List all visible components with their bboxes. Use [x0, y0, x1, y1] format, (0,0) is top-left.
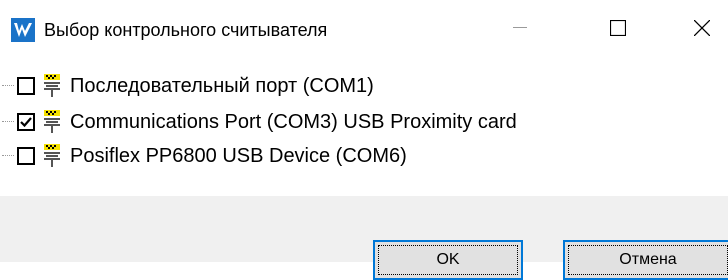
close-button[interactable]	[672, 8, 728, 48]
device-checkbox[interactable]	[17, 113, 35, 131]
serial-port-icon	[44, 144, 60, 167]
device-label: Communications Port (COM3) USB Proximity…	[70, 111, 517, 133]
close-icon	[694, 20, 710, 36]
cancel-button-label: Отмена	[619, 251, 677, 268]
title-bar: Выбор контрольного считывателя	[0, 0, 728, 56]
ok-button-label: OK	[436, 251, 460, 268]
device-list: Последовательный порт (COM1) Communicati…	[0, 64, 728, 184]
tree-line	[2, 85, 14, 87]
device-label: Posiflex PP6800 USB Device (COM6)	[70, 145, 407, 167]
list-item[interactable]: Communications Port (COM3) USB Proximity…	[0, 108, 728, 136]
tree-line	[2, 121, 14, 123]
maximize-button[interactable]	[588, 8, 648, 48]
app-logo-icon	[11, 18, 35, 42]
maximize-icon	[610, 20, 626, 36]
list-item[interactable]: Posiflex PP6800 USB Device (COM6)	[0, 142, 728, 170]
checkmark-icon	[20, 117, 32, 128]
list-item[interactable]: Последовательный порт (COM1)	[0, 72, 728, 100]
cancel-button[interactable]: Отмена	[563, 240, 728, 280]
device-checkbox[interactable]	[17, 147, 35, 165]
device-checkbox[interactable]	[17, 77, 35, 95]
serial-port-icon	[44, 74, 60, 97]
serial-port-icon	[44, 110, 60, 133]
ok-button[interactable]: OK	[373, 240, 523, 280]
device-label: Последовательный порт (COM1)	[70, 75, 374, 97]
window-title: Выбор контрольного считывателя	[44, 20, 328, 40]
dialog-footer: OK Отмена	[0, 196, 728, 280]
minimize-button[interactable]	[490, 8, 550, 48]
minimize-icon	[513, 27, 527, 28]
tree-line	[2, 155, 14, 157]
